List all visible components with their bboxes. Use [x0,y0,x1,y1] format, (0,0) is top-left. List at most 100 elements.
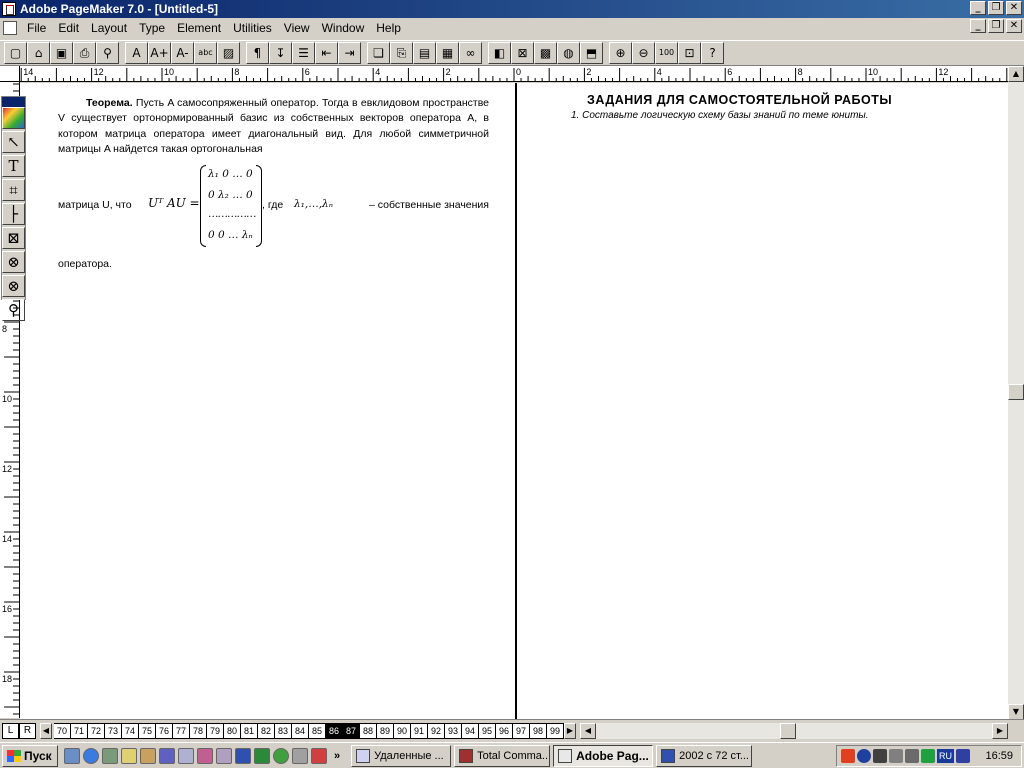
tray-monitor-icon[interactable] [873,749,887,763]
floppy-icon[interactable] [311,747,327,764]
image-button[interactable]: ▩ [534,42,557,64]
menu-edit[interactable]: Edit [52,18,85,38]
horizontal-ruler[interactable]: 141210864202468101214 [20,66,1008,82]
task-deleted[interactable]: Удаленные ... [351,744,452,767]
page-tab-82[interactable]: 82 [258,723,275,739]
page-tab-97[interactable]: 97 [513,723,530,739]
vertical-scrollbar[interactable]: ▲ ▼ [1008,66,1024,720]
page-tab-84[interactable]: 84 [292,723,309,739]
menu-layout[interactable]: Layout [85,18,133,38]
horizontal-scrollbar[interactable]: ◀ ▶ [580,723,1008,739]
page-tab-86[interactable]: 86 [326,723,343,739]
master-right-page[interactable]: R [19,723,36,739]
desktop-icon[interactable] [64,747,80,764]
icq-icon[interactable] [273,747,289,764]
tray-check-icon[interactable] [921,749,935,763]
page-tab-85[interactable]: 85 [309,723,326,739]
page-tab-88[interactable]: 88 [360,723,377,739]
page-tab-83[interactable]: 83 [275,723,292,739]
paragraph-button[interactable]: ¶ [246,42,269,64]
tray-drive-icon[interactable] [905,749,919,763]
page-tab-72[interactable]: 72 [88,723,105,739]
doc-minimize-button[interactable]: _ [970,19,986,33]
character-button[interactable]: A [125,42,148,64]
crop-tool-icon[interactable]: ⌗ [2,179,25,201]
color-button[interactable]: ◧ [488,42,511,64]
vertical-scroll-thumb[interactable] [1008,384,1024,400]
scroll-left-arrow-icon[interactable]: ◀ [580,723,596,739]
page-tab-87[interactable]: 87 [343,723,360,739]
horizontal-scroll-thumb[interactable] [780,723,796,739]
scroll-up-arrow-icon[interactable]: ▲ [1008,66,1024,82]
doc-restore-button[interactable]: ❐ [988,19,1004,33]
self-study-title[interactable]: ЗАДАНИЯ ДЛЯ САМОСТОЯТЕЛЬНОЙ РАБОТЫ [587,93,892,107]
page-next-arrow-icon[interactable]: ▶ [564,723,576,739]
page-tab-79[interactable]: 79 [207,723,224,739]
polygon-tool-icon[interactable]: ⊗ [2,275,25,297]
new-button[interactable]: ▢ [4,42,27,64]
page-tab-71[interactable]: 71 [71,723,88,739]
font-size-down-button[interactable]: A- [171,42,194,64]
document-canvas[interactable]: Теорема. Пусть A самосопряженный операто… [20,83,1008,719]
minimize-button[interactable]: _ [970,1,986,15]
indent-tab-button[interactable]: ↧ [269,42,292,64]
globe-button[interactable]: ◍ [557,42,580,64]
master-left-page[interactable]: L [2,723,19,739]
bullets-button[interactable]: ☰ [292,42,315,64]
indent-left-button[interactable]: ⇤ [315,42,338,64]
actual-size-button[interactable]: 100 [655,42,678,64]
page-tab-93[interactable]: 93 [445,723,462,739]
network-icon[interactable] [102,747,118,764]
menu-window[interactable]: Window [316,18,371,38]
page-tab-91[interactable]: 91 [411,723,428,739]
doc-close-button[interactable]: ✕ [1006,19,1022,33]
font-size-up-button[interactable]: A+ [148,42,171,64]
page-tab-95[interactable]: 95 [479,723,496,739]
open-button[interactable]: ⌂ [27,42,50,64]
page-tab-73[interactable]: 73 [105,723,122,739]
page-tab-94[interactable]: 94 [462,723,479,739]
zoom-tool-icon[interactable]: ⚲ [2,299,25,321]
place-button[interactable]: ▦ [436,42,459,64]
text-tool-icon[interactable]: T [2,155,25,177]
toolbox-title-bar[interactable] [2,97,25,107]
start-button[interactable]: Пуск [2,744,58,767]
menu-type[interactable]: Type [133,18,171,38]
tray-language-indicator[interactable]: RU [937,749,954,763]
theorem-text-block[interactable]: Теорема. Пусть A самосопряженный операто… [58,96,489,157]
print-button[interactable]: ⎙ [73,42,96,64]
pointer-tool-icon[interactable]: ↖ [2,131,25,153]
page-tab-80[interactable]: 80 [224,723,241,739]
menu-help[interactable]: Help [370,18,407,38]
reader-icon[interactable] [216,747,232,764]
link-button[interactable]: ∞ [459,42,482,64]
internet-explorer-icon[interactable] [83,747,99,764]
ellipse-tool-icon[interactable]: ⊗ [2,251,25,273]
document-icon[interactable] [3,21,17,35]
page-tab-81[interactable]: 81 [241,723,258,739]
scroll-right-arrow-icon[interactable]: ▶ [992,723,1008,739]
find-button[interactable]: ⚲ [96,42,119,64]
menu-element[interactable]: Element [171,18,227,38]
word-icon[interactable] [235,747,251,764]
page-tab-70[interactable]: 70 [54,723,71,739]
page-tab-89[interactable]: 89 [377,723,394,739]
task-total-commander[interactable]: Total Comma... [454,744,551,767]
task-word-document[interactable]: 2002 с 72 ст... [656,744,753,767]
line-tool-icon[interactable]: ├ [2,203,25,225]
quick-launch-overflow-icon[interactable]: » [334,750,340,762]
menu-utilities[interactable]: Utilities [227,18,278,38]
mail-icon[interactable] [292,747,308,764]
ruler-corner[interactable] [0,66,20,82]
tray-printer-icon[interactable] [889,749,903,763]
tray-network-icon[interactable] [857,749,871,763]
help-button[interactable]: ? [701,42,724,64]
pagemaker-app-icon[interactable] [2,2,16,16]
page-tab-74[interactable]: 74 [122,723,139,739]
pdf-icon[interactable] [197,747,213,764]
copy-button[interactable]: ⎘ [390,42,413,64]
page-tab-96[interactable]: 96 [496,723,513,739]
fit-window-button[interactable]: ⊡ [678,42,701,64]
excel-icon[interactable] [254,747,270,764]
media-icon[interactable] [178,747,194,764]
